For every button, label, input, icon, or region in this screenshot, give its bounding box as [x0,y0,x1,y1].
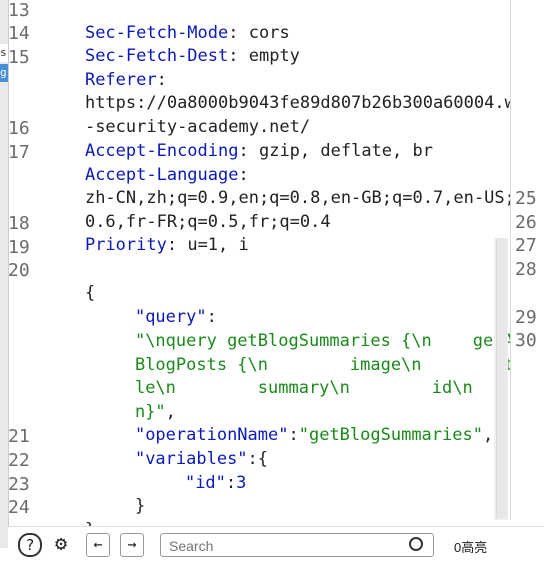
line-number: 18 [8,213,30,234]
json-string: "getBlogSummaries" [298,424,483,445]
json-key: "id" [184,472,226,493]
line-number-gutter: 13 14 15 16 17 18 19 20 21 22 23 24 [8,0,40,520]
header-value: empty [248,45,300,66]
back-arrow-icon[interactable]: ← [86,533,110,557]
line-number: 27 [515,235,537,256]
line-number: 14 [8,23,30,44]
side-tab[interactable]: s [0,44,8,62]
forward-arrow-icon[interactable]: → [120,533,144,557]
line-number: 15 [8,47,30,68]
search-input[interactable] [169,538,389,554]
line-number: 29 [515,307,537,328]
side-tab-selected[interactable]: g [0,64,8,82]
help-icon[interactable]: ? [18,533,42,557]
json-line: "id":3 [184,472,247,493]
line-number: 21 [8,426,30,447]
line-number: 28 [515,259,537,280]
line-number: 20 [8,260,30,281]
line-number: 26 [515,212,537,233]
line-number: 13 [8,0,30,21]
header-name: Priority [84,234,167,255]
request-editor[interactable]: Sec-Fetch-Mode: cors Sec-Fetch-Dest: emp… [44,0,535,540]
match-count: 0高亮 [454,540,488,555]
json-brace: } [134,495,146,516]
json-number: 3 [236,472,247,493]
line-number: 24 [8,497,30,518]
vertical-scrollbar-thumb[interactable] [496,238,507,518]
header-value: u=1, i [187,234,249,255]
line-number: 16 [8,118,30,139]
line-number: 17 [8,142,30,163]
header-value: gzip, deflate, br [258,140,433,161]
bottom-toolbar: ? ⚙ ← → 0高亮 [8,526,544,557]
json-line: { [44,258,95,329]
line-number: 25 [515,188,537,209]
line-number: 19 [8,237,30,258]
line-number: 22 [8,450,30,471]
json-string: le\n summary\n id\n }\ [134,377,535,398]
gear-icon[interactable]: ⚙ [50,533,72,555]
line-number: 30 [515,330,537,351]
search-box[interactable] [160,533,434,557]
line-number: 23 [8,474,30,495]
search-icon [409,537,423,551]
response-pane-gutter: 25 26 27 28 29 30 [510,0,544,520]
